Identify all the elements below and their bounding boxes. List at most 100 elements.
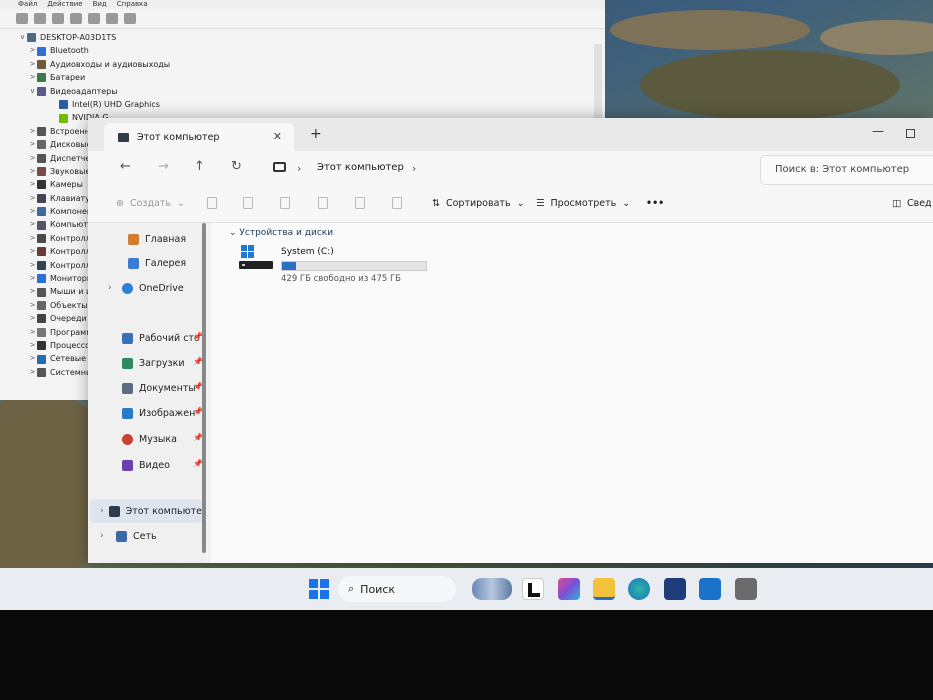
device-icon [37,354,46,364]
sidebar-item-label: Этот компьюте [125,505,202,517]
device-tree-node[interactable]: > Аудиовходы и аудиовыходы [0,58,605,71]
sidebar-item-gallery[interactable]: Галерея [88,251,200,275]
menu-action[interactable]: Действие [47,0,82,9]
expand-chevron-icon[interactable]: > [28,232,37,245]
expand-chevron-icon[interactable]: > [28,326,37,339]
minimize-button[interactable]: — [872,124,884,138]
expand-chevron-icon[interactable]: > [28,71,37,84]
expand-chevron-icon[interactable]: › [108,283,122,293]
breadcrumb-this-pc[interactable]: Этот компьютер [317,162,404,173]
device-manager-taskbar-icon[interactable] [735,578,757,600]
expand-chevron-icon[interactable]: > [28,312,37,325]
expand-chevron-icon[interactable]: > [28,192,37,205]
paste-icon[interactable] [280,197,290,209]
cut-icon[interactable] [207,197,217,209]
device-tree-node[interactable]: v DESKTOP-A03D1TS [0,31,605,44]
refresh-icon[interactable]: ↻ [231,159,242,174]
sidebar-item-label: Изображен [139,407,196,419]
file-explorer-icon[interactable] [593,578,615,600]
close-tab-icon[interactable]: ✕ [273,130,282,143]
outlook-icon[interactable] [699,578,721,600]
expand-chevron-icon[interactable]: > [28,285,37,298]
back-arrow-icon[interactable]: ← [120,159,131,174]
help-icon[interactable] [70,13,82,24]
edge-icon[interactable] [628,578,650,600]
sidebar-item-onedrive[interactable]: › OneDrive [88,276,200,300]
more-options-button[interactable]: ••• [646,198,664,209]
tab-this-pc[interactable]: Этот компьютер ✕ [104,123,294,151]
scan-icon[interactable] [88,13,100,24]
update-driver-icon[interactable] [106,13,118,24]
menu-file[interactable]: Файл [18,0,37,9]
properties-icon[interactable] [52,13,64,24]
copilot-icon[interactable] [558,578,580,600]
back-icon[interactable] [16,13,28,24]
expand-chevron-icon[interactable]: > [28,259,37,272]
sidebar-item-home[interactable]: Главная [88,227,200,251]
sidebar-item-label: Музыка [139,433,177,445]
collapse-chevron-icon[interactable]: v [18,31,27,44]
expand-chevron-icon[interactable]: > [28,339,37,352]
forward-arrow-icon[interactable]: → [158,159,169,174]
sidebar-item-documents[interactable]: Документы [88,376,200,400]
copy-icon[interactable] [243,197,253,209]
start-button[interactable] [308,578,330,600]
sidebar-item-pictures[interactable]: Изображен [88,401,200,425]
drive-usage-bar [281,261,427,271]
maximize-button[interactable] [906,129,915,138]
sidebar-scrollbar[interactable] [202,223,206,553]
devices-group-header[interactable]: ⌄ Устройства и диски [229,228,333,238]
drive-name[interactable]: System (C:) [281,247,334,257]
sidebar-item-video[interactable]: Видео [88,453,200,477]
widgets-icon[interactable] [472,578,512,600]
expand-chevron-icon[interactable]: > [28,218,37,231]
rename-icon[interactable] [318,197,328,209]
device-tree-node[interactable]: Intel(R) UHD Graphics [0,98,605,111]
sidebar-item-this-pc[interactable]: › Этот компьюте [90,499,202,523]
device-tree-node[interactable]: v Видеоадаптеры [0,85,605,98]
store-icon[interactable] [664,578,686,600]
expand-chevron-icon[interactable]: > [28,366,37,379]
create-button[interactable]: ⊕ Создать ⌄ [116,198,185,209]
new-tab-button[interactable]: + [310,126,322,142]
sidebar-item-music[interactable]: Музыка [88,427,200,451]
menu-view[interactable]: Вид [93,0,107,9]
sidebar-item-desktop[interactable]: Рабочий сто [88,326,200,350]
breadcrumb-separator-end[interactable]: › [412,162,416,175]
sidebar-item-network[interactable]: › Сеть [88,524,200,548]
delete-icon[interactable] [392,197,402,209]
expand-chevron-icon[interactable]: > [28,44,37,57]
expand-chevron-icon[interactable]: > [28,299,37,312]
expand-chevron-icon[interactable]: > [28,352,37,365]
expand-chevron-icon[interactable]: > [28,152,37,165]
forward-icon[interactable] [34,13,46,24]
expand-chevron-icon[interactable]: › [100,506,109,516]
expand-chevron-icon[interactable]: > [28,165,37,178]
sort-button[interactable]: ⇅ Сортировать ⌄ [432,198,525,209]
breadcrumb-separator[interactable]: › [297,162,301,175]
expand-chevron-icon[interactable]: > [28,125,37,138]
expand-chevron-icon[interactable]: > [28,245,37,258]
expand-chevron-icon[interactable]: > [28,58,37,71]
collapse-chevron-icon[interactable]: v [28,85,37,98]
taskbar-search[interactable]: ⌕ Поиск [338,576,456,602]
drive-icon[interactable] [239,245,275,273]
up-arrow-icon[interactable]: ↑ [194,159,205,174]
sidebar-item-downloads[interactable]: Загрузки [88,351,200,375]
view-button[interactable]: ☰ Просмотреть ⌄ [536,198,630,209]
device-tree-node[interactable]: > Батареи [0,71,605,84]
expand-chevron-icon[interactable]: > [28,272,37,285]
chevron-down-icon: ⌄ [177,198,185,209]
expand-chevron-icon[interactable]: › [100,531,116,541]
device-tree-node[interactable]: > Bluetooth [0,44,605,57]
details-pane-button[interactable]: ◫ Свед [892,198,932,209]
monitor-icon[interactable] [124,13,136,24]
expand-chevron-icon[interactable]: > [28,205,37,218]
expand-chevron-icon[interactable]: > [28,138,37,151]
menu-help[interactable]: Справка [117,0,148,9]
task-view-icon[interactable] [522,578,544,600]
share-icon[interactable] [355,197,365,209]
search-input[interactable]: Поиск в: Этот компьютер [760,155,933,185]
expand-chevron-icon[interactable]: > [28,178,37,191]
sidebar-item-label: Рабочий сто [139,332,200,344]
